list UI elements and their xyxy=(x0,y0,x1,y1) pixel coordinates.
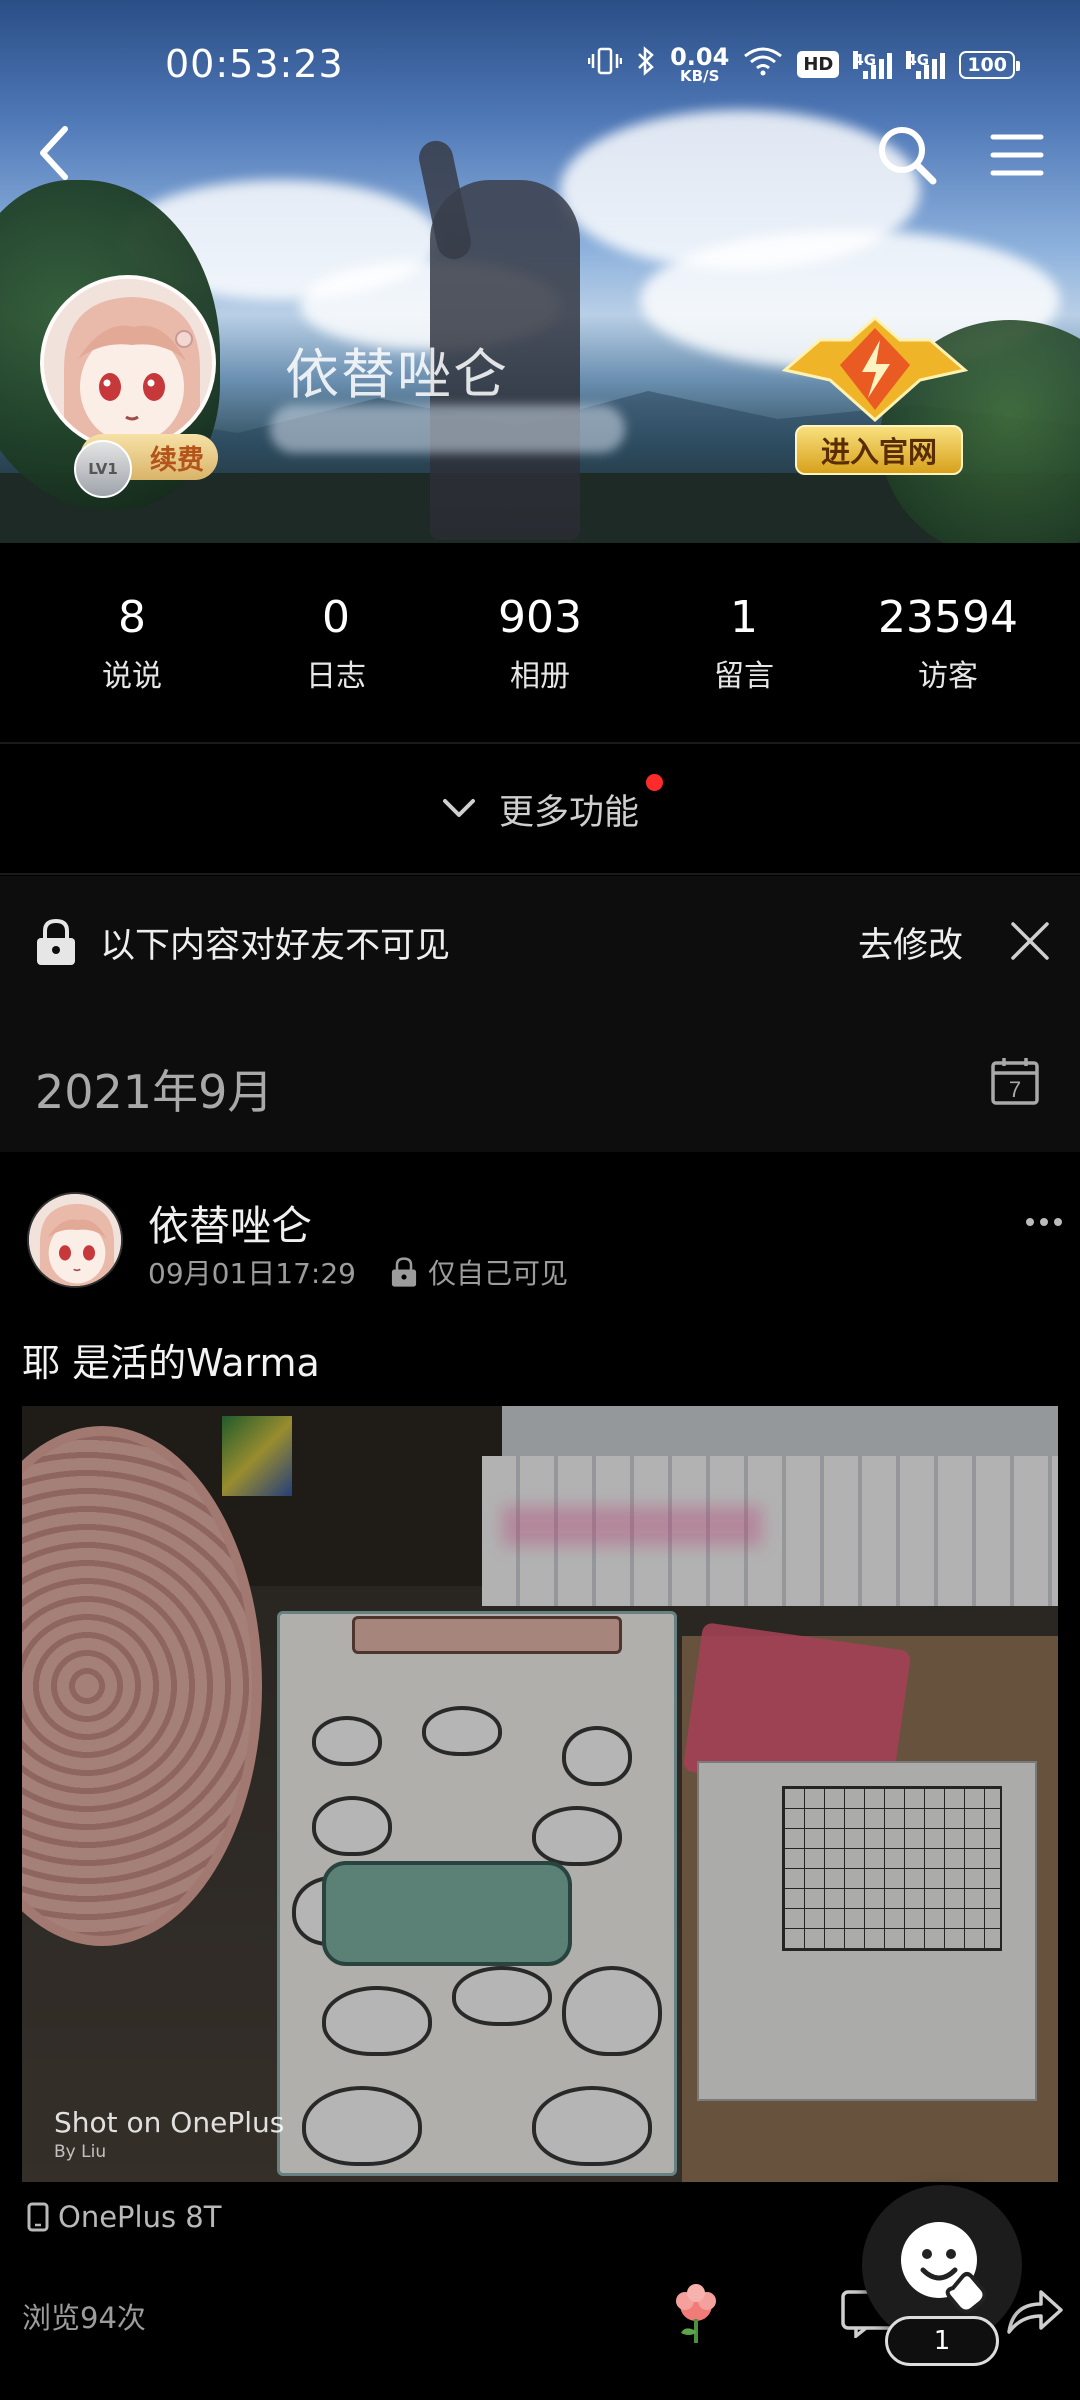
stat-label: 留言 xyxy=(714,658,774,694)
lock-icon xyxy=(37,918,75,965)
stat-label: 访客 xyxy=(918,658,978,694)
more-functions-label: 更多功能 xyxy=(498,792,639,833)
wifi-icon xyxy=(743,46,783,83)
battery-indicator: 100 xyxy=(959,50,1020,79)
stat-shuoshuo[interactable]: 8 说说 xyxy=(42,543,222,743)
profile-avatar[interactable] xyxy=(40,275,216,451)
blurred-signature xyxy=(270,405,625,453)
stat-value: 23594 xyxy=(878,591,1018,643)
signal-bar xyxy=(916,70,922,79)
signal-bar xyxy=(871,64,877,79)
stat-label: 说说 xyxy=(102,658,162,694)
stat-label: 相册 xyxy=(510,658,570,694)
bluetooth-icon xyxy=(636,46,656,83)
phone-icon xyxy=(27,2202,49,2232)
signal-bar xyxy=(879,58,885,79)
photo-watermark-sub: By Liu xyxy=(54,2142,107,2162)
post-time: 09月01日17:29 xyxy=(148,1257,356,1290)
signal-strength-1: 4G xyxy=(853,50,893,79)
stat-album[interactable]: 903 相册 xyxy=(450,543,630,743)
calendar-day: 7 xyxy=(1009,1077,1021,1102)
avatar-illustration xyxy=(29,1194,121,1286)
post-author-name[interactable]: 依替唑仑 xyxy=(148,1192,312,1252)
stat-value: 0 xyxy=(322,591,350,643)
status-time: 00:53:23 xyxy=(165,42,344,86)
more-options-icon[interactable] xyxy=(1022,1202,1066,1242)
status-icons: 0.04 KB/S HD 4G 4G 100 xyxy=(587,45,1020,84)
smiley-tap-icon xyxy=(901,2222,987,2314)
signal-bar xyxy=(940,52,946,79)
signal-bar xyxy=(924,64,930,79)
profile-name: 依替唑仑 xyxy=(285,343,509,406)
post-author-avatar[interactable] xyxy=(27,1192,123,1288)
status-bar: 00:53:23 0.04 KB/S HD 4G 4G 100 xyxy=(0,0,1080,130)
visibility-notice: 以下内容对好友不可见 去修改 xyxy=(0,876,1080,1008)
lock-icon xyxy=(391,1257,417,1287)
hamburger-menu-icon xyxy=(990,134,1044,176)
notification-dot xyxy=(646,774,663,791)
photo-shade xyxy=(22,1406,1058,2182)
post-text: 耶 是活的Warma xyxy=(22,1341,320,1385)
level-badge: LV1 xyxy=(74,440,132,498)
official-site-button[interactable]: 进入官网 xyxy=(795,425,963,475)
stat-visitors[interactable]: 23594 访客 xyxy=(858,543,1038,743)
stat-blog[interactable]: 0 日志 xyxy=(246,543,426,743)
post-device: OnePlus 8T xyxy=(26,2200,221,2234)
post-meta: 09月01日17:29 仅自己可见 xyxy=(148,1252,568,1292)
post-visibility: 仅自己可见 xyxy=(427,1257,568,1290)
avatar-illustration xyxy=(44,279,212,447)
network-speed: 0.04 KB/S xyxy=(670,45,729,84)
divider xyxy=(0,873,1080,875)
search-button[interactable] xyxy=(870,118,944,192)
post-photo[interactable]: Shot on OnePlus By Liu xyxy=(22,1406,1058,2182)
flower-gift-icon[interactable] xyxy=(665,2283,727,2345)
back-button[interactable] xyxy=(18,118,88,188)
more-functions-button[interactable]: 更多功能 xyxy=(0,744,1080,874)
menu-button[interactable] xyxy=(980,118,1054,192)
edit-visibility-button[interactable]: 去修改 xyxy=(858,917,963,968)
signal-label: 4G xyxy=(906,50,930,69)
network-speed-value: 0.04 xyxy=(670,43,730,71)
stat-value: 8 xyxy=(118,591,146,643)
stats-row: 8 说说 0 日志 903 相册 1 留言 23594 访客 xyxy=(0,543,1080,743)
floating-count-badge[interactable]: 1 xyxy=(885,2316,999,2366)
signal-bar xyxy=(932,58,938,79)
search-icon xyxy=(879,127,937,185)
calendar-icon[interactable]: 7 xyxy=(990,1056,1040,1106)
renew-label: 续费 xyxy=(150,444,204,476)
signal-label: 4G xyxy=(853,50,877,69)
post-views: 浏览94次 xyxy=(22,2301,146,2335)
chevron-left-icon xyxy=(40,126,68,180)
stat-value: 1 xyxy=(730,591,758,643)
signal-bar xyxy=(863,70,869,79)
month-label: 2021年9月 xyxy=(35,1065,274,1119)
hd-badge: HD xyxy=(797,51,840,78)
vibrate-icon xyxy=(587,46,623,83)
signal-strength-2: 4G xyxy=(906,50,946,79)
month-header: 2021年9月 7 xyxy=(0,1008,1080,1152)
stat-label: 日志 xyxy=(306,658,366,694)
stat-messages[interactable]: 1 留言 xyxy=(654,543,834,743)
device-name: OnePlus 8T xyxy=(58,2200,222,2234)
chevron-down-icon xyxy=(442,799,475,817)
notice-text: 以下内容对好友不可见 xyxy=(100,925,451,966)
network-speed-unit: KB/S xyxy=(680,67,720,85)
photo-watermark: Shot on OnePlus xyxy=(54,2106,285,2139)
signal-bar xyxy=(887,52,893,79)
stat-value: 903 xyxy=(498,591,582,643)
close-icon[interactable] xyxy=(1005,916,1055,966)
